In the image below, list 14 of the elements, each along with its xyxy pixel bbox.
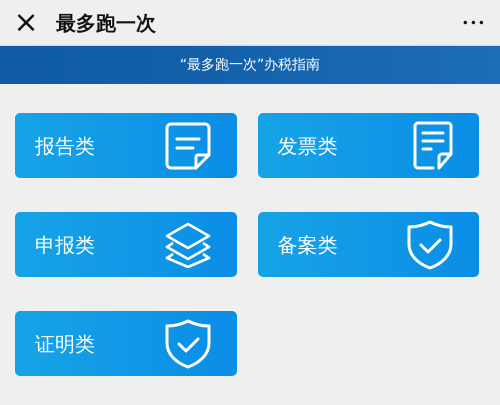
category-button[interactable]: 申报类 xyxy=(15,212,236,277)
document-icon xyxy=(413,120,453,170)
shield-check-icon xyxy=(407,220,453,270)
category-button[interactable]: 备案类 xyxy=(258,212,479,277)
layers-icon xyxy=(164,222,210,268)
close-button[interactable]: × xyxy=(14,8,38,38)
banner-title: “最多跑一次”办税指南 xyxy=(180,56,320,74)
category-button[interactable]: 证明类 xyxy=(15,311,236,376)
note-icon xyxy=(164,122,210,170)
category-button[interactable]: 报告类 xyxy=(15,113,236,178)
category-button[interactable]: 发票类 xyxy=(258,113,479,178)
more-button[interactable]: ••• xyxy=(462,14,486,32)
shield-check-icon xyxy=(164,318,210,368)
page-title: 最多跑一次 xyxy=(56,10,156,36)
